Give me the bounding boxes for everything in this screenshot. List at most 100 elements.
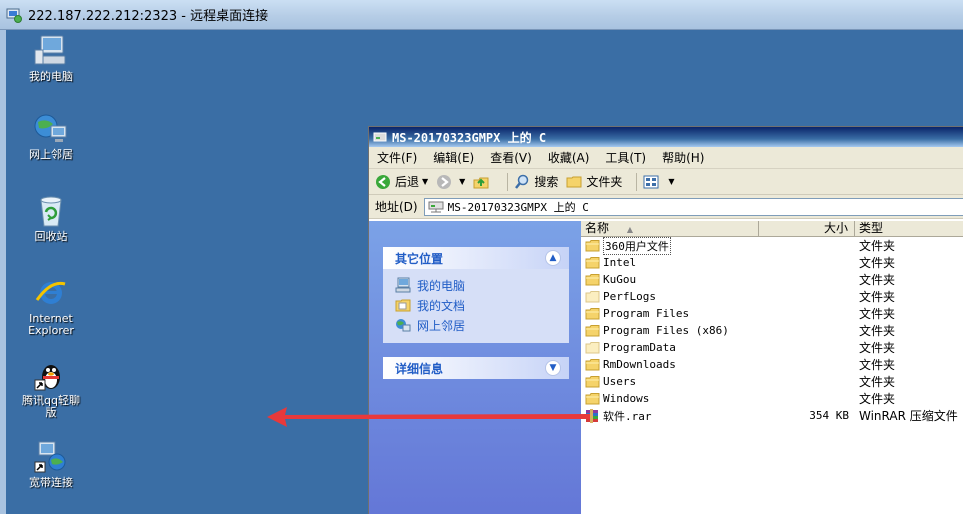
desktop-icon-qq[interactable]: 腾讯qq轻聊 版 — [11, 358, 91, 419]
folders-button[interactable]: 文件夹 — [566, 173, 622, 190]
views-dropdown-icon[interactable]: ▼ — [668, 177, 674, 186]
drive-icon — [373, 132, 387, 142]
file-name: PerfLogs — [603, 290, 656, 303]
folder-hidden-icon — [585, 291, 600, 303]
folder-icon — [585, 257, 600, 269]
red-arrow-annotation — [267, 407, 590, 427]
file-row[interactable]: RmDownloads 文件夹 — [581, 356, 963, 373]
my-computer-icon — [395, 277, 411, 293]
file-name: Program Files — [603, 307, 690, 320]
desktop-icon-ie[interactable]: Internet Explorer — [11, 276, 91, 337]
address-label: 地址(D) — [375, 200, 418, 214]
address-input[interactable]: MS-20170323GMPX 上的 C — [423, 197, 963, 216]
file-type: 文件夹 — [859, 324, 896, 338]
menu-bar: 文件(F) 编辑(E) 查看(V) 收藏(A) 工具(T) 帮助(H) — [369, 147, 963, 169]
file-name: 软件.rar — [603, 409, 652, 423]
toolbar-separator — [636, 172, 638, 191]
desktop-icon-network[interactable]: 网上邻居 — [11, 112, 91, 161]
file-name-cell: Intel — [581, 256, 759, 269]
folder-icon — [585, 308, 600, 320]
file-name: Users — [603, 375, 637, 388]
file-name: RmDownloads — [603, 358, 676, 371]
network-drive-icon — [428, 201, 444, 212]
link-network-places[interactable]: 网上邻居 — [395, 315, 559, 335]
column-name[interactable]: 名称 ▲ — [581, 221, 759, 236]
back-button[interactable]: 后退 ▼ — [375, 173, 428, 190]
chevron-down-icon[interactable]: ▼ — [545, 360, 561, 376]
column-size[interactable]: 大小 — [759, 221, 855, 236]
link-label: 网上邻居 — [417, 318, 466, 333]
network-places-icon — [34, 114, 67, 142]
link-label: 我的文档 — [417, 298, 466, 313]
views-button[interactable]: ▼ — [643, 175, 675, 189]
search-button[interactable]: 搜索 — [514, 173, 558, 190]
file-row[interactable]: 360用户文件 文件夹 — [581, 236, 963, 255]
file-row[interactable]: 软件.rar 354 KB WinRAR 压缩文件 — [581, 407, 963, 424]
views-icon — [643, 175, 659, 188]
file-type: 文件夹 — [859, 375, 896, 389]
details-title: 详细信息 — [395, 361, 444, 376]
folder-icon — [585, 274, 600, 286]
file-name: Program Files (x86) — [603, 324, 729, 337]
explorer-title-bar[interactable]: MS-20170323GMPX 上的 C — [369, 127, 963, 147]
column-name-label: 名称 — [585, 221, 610, 235]
menu-view[interactable]: 查看(V) — [490, 149, 532, 166]
folder-hidden-icon — [585, 342, 600, 354]
network-places-icon — [396, 319, 411, 332]
address-bar: 地址(D) MS-20170323GMPX 上的 C — [369, 195, 963, 219]
file-size: 354 KB — [809, 409, 849, 422]
rdp-title: 222.187.222.212:2323 - 远程桌面连接 — [28, 9, 269, 24]
up-button[interactable] — [473, 174, 493, 190]
forward-dropdown-icon[interactable]: ▼ — [459, 177, 465, 186]
back-label: 后退 — [395, 175, 420, 189]
search-icon — [515, 174, 529, 189]
link-my-computer[interactable]: 我的电脑 — [395, 275, 559, 295]
file-row[interactable]: Program Files 文件夹 — [581, 305, 963, 322]
menu-edit[interactable]: 编辑(E) — [433, 149, 474, 166]
internet-explorer-icon — [35, 281, 66, 304]
desktop-icon-broadband[interactable]: 宽带连接 — [11, 440, 91, 489]
explorer-title: MS-20170323GMPX 上的 C — [392, 130, 547, 145]
link-my-documents[interactable]: 我的文档 — [395, 295, 559, 315]
file-row[interactable]: Program Files (x86) 文件夹 — [581, 322, 963, 339]
forward-button[interactable]: ▼ — [436, 174, 465, 190]
file-type: 文件夹 — [859, 290, 896, 304]
file-name-cell: Program Files — [581, 307, 759, 320]
menu-file[interactable]: 文件(F) — [377, 149, 417, 166]
menu-help[interactable]: 帮助(H) — [662, 149, 704, 166]
menu-favorites[interactable]: 收藏(A) — [548, 149, 590, 166]
folder-icon — [585, 325, 600, 337]
file-row[interactable]: PerfLogs 文件夹 — [581, 288, 963, 305]
back-dropdown-icon[interactable]: ▼ — [422, 177, 428, 186]
other-places-header[interactable]: 其它位置 ▲ — [383, 247, 569, 269]
file-name: ProgramData — [603, 341, 676, 354]
search-label: 搜索 — [534, 175, 559, 189]
menu-tools[interactable]: 工具(T) — [605, 149, 646, 166]
task-pane: 其它位置 ▲ 我的电脑 我的文档 网上邻居 详细信息 ▼ — [369, 221, 581, 514]
other-places-title: 其它位置 — [395, 251, 444, 266]
folder-up-icon — [473, 177, 489, 188]
file-row[interactable]: KuGou 文件夹 — [581, 271, 963, 288]
details-header[interactable]: 详细信息 ▼ — [383, 357, 569, 379]
desktop-icon-label-line2: 版 — [45, 406, 57, 419]
address-value: MS-20170323GMPX 上的 C — [447, 200, 589, 214]
column-type[interactable]: 类型 — [855, 221, 963, 236]
rdp-title-bar[interactable]: 222.187.222.212:2323 - 远程桌面连接 — [0, 0, 963, 30]
file-name-cell: PerfLogs — [581, 290, 759, 303]
desktop-icon-recycle-bin[interactable]: 回收站 — [11, 194, 91, 243]
chevron-up-icon[interactable]: ▲ — [545, 250, 561, 266]
folder-icon — [585, 376, 600, 388]
desktop-icon-my-computer[interactable]: 我的电脑 — [11, 34, 91, 83]
file-name-cell: Users — [581, 375, 759, 388]
file-type: 文件夹 — [859, 341, 896, 355]
file-name-cell: RmDownloads — [581, 358, 759, 371]
file-rows: 360用户文件 文件夹 Intel 文件夹 KuGou 文件夹 PerfLogs 文件夹 Pro… — [581, 236, 963, 424]
details-panel: 详细信息 ▼ — [383, 357, 569, 379]
file-row[interactable]: Intel 文件夹 — [581, 254, 963, 271]
broadband-connection-icon — [34, 441, 66, 473]
file-name: Intel — [603, 256, 637, 269]
file-row[interactable]: ProgramData 文件夹 — [581, 339, 963, 356]
file-row[interactable]: Windows 文件夹 — [581, 390, 963, 407]
file-row[interactable]: Users 文件夹 — [581, 373, 963, 390]
file-name-cell: Windows — [581, 392, 759, 405]
